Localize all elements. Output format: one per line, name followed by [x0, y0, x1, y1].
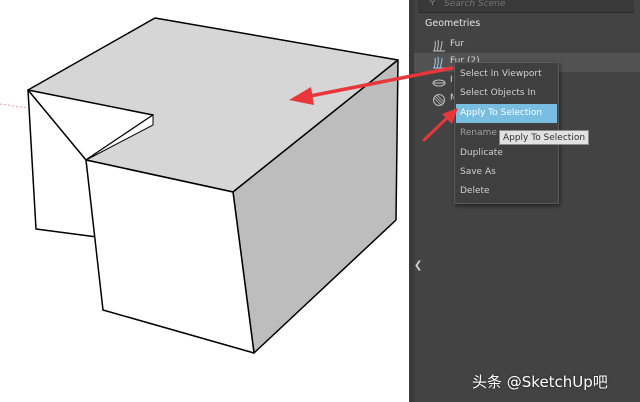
- fur-icon: [433, 56, 445, 69]
- fur-icon: [433, 39, 445, 52]
- menu-item-select-in-viewport[interactable]: Select In Viewport: [456, 65, 557, 84]
- section-title: Geometries: [425, 18, 481, 29]
- 3d-viewport[interactable]: [0, 0, 409, 402]
- geometry-item-label: Fur: [450, 39, 465, 49]
- menu-item-save-as[interactable]: Save As: [456, 163, 557, 182]
- red-axis-line: [0, 103, 29, 109]
- search-bar: ⚲: [418, 0, 634, 13]
- mesh-icon: [433, 94, 445, 106]
- tooltip: Apply To Selection: [499, 130, 589, 145]
- menu-item-select-objects-in-scene[interactable]: Select Objects In Scene: [456, 84, 557, 117]
- 3d-model: [0, 17, 399, 354]
- search-input[interactable]: [444, 0, 624, 10]
- search-icon: ⚲: [429, 0, 436, 7]
- menu-item-delete[interactable]: Delete: [456, 182, 557, 201]
- menu-item-apply-to-selection[interactable]: Apply To Selection: [456, 104, 557, 123]
- geometry-item-label: I: [450, 75, 453, 85]
- collapse-arrow-icon[interactable]: ❮: [414, 258, 422, 274]
- menu-item-duplicate[interactable]: Duplicate: [456, 144, 557, 163]
- watermark: 头条 @SketchUp吧: [472, 373, 608, 391]
- infinite-plane-icon: [432, 79, 446, 87]
